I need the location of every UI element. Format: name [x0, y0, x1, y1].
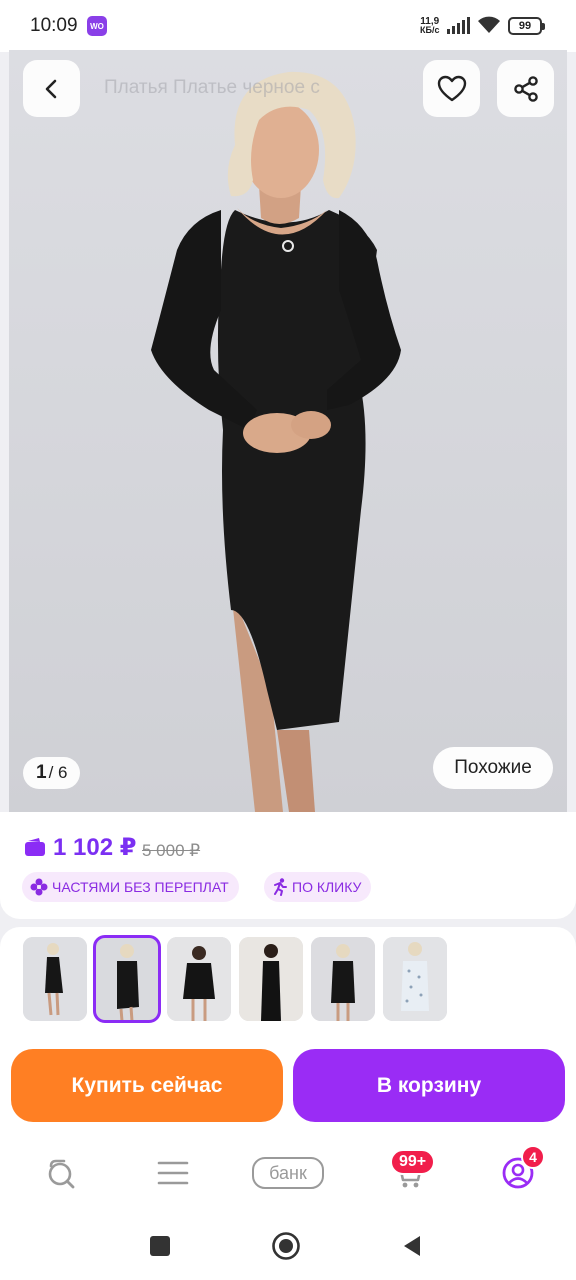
wallet-icon [25, 838, 45, 856]
thumbnail-4[interactable] [239, 937, 303, 1021]
thumbnail-image [23, 937, 87, 1021]
search-icon [48, 1159, 75, 1189]
image-counter-current: 1 [36, 762, 47, 783]
favorite-button[interactable] [423, 60, 480, 117]
thumbnail-1[interactable] [23, 937, 87, 1021]
notification-app-icon: WO [87, 16, 107, 36]
thumbnail-3[interactable] [167, 937, 231, 1021]
heart-icon [437, 75, 466, 101]
back-system-button[interactable] [397, 1231, 427, 1261]
profile-notification-badge: 4 [521, 1145, 545, 1169]
triangle-back-icon [404, 1236, 420, 1256]
home-circle-icon [272, 1232, 300, 1260]
cellular-signal-icon [447, 17, 470, 34]
thumbnail-image [167, 937, 231, 1021]
installments-label: ЧАСТЯМИ БЕЗ ПЕРЕПЛАТ [52, 879, 229, 895]
thumbnail-5[interactable] [311, 937, 375, 1021]
menu-icon [157, 1161, 189, 1185]
wifi-icon [478, 16, 500, 33]
image-counter: 1 / 6 [23, 757, 81, 789]
thumbnail-6[interactable] [383, 937, 447, 1021]
current-price: 1 102 ₽ [53, 834, 137, 861]
status-bar: 10:09 WO 11,9 КБ/с 99 [0, 0, 576, 52]
chevron-left-icon [45, 79, 56, 98]
home-button[interactable] [271, 1231, 301, 1261]
thumbnail-image [239, 937, 303, 1021]
bottom-navigation: банк 99+ 4 [0, 1137, 576, 1211]
network-speed-unit: КБ/с [420, 25, 440, 35]
faded-product-title: Платья Платье черное с [104, 77, 320, 98]
square-icon [150, 1236, 170, 1256]
similar-products-button[interactable]: Похожие [433, 747, 553, 789]
recent-apps-button[interactable] [145, 1231, 175, 1261]
add-to-cart-button[interactable]: В корзину [293, 1049, 565, 1122]
bank-label: банк [252, 1157, 324, 1189]
one-click-badge[interactable]: ПО КЛИКУ [264, 872, 372, 902]
installments-badge[interactable]: ЧАСТЯМИ БЕЗ ПЕРЕПЛАТ [22, 872, 239, 902]
nav-bank[interactable]: банк [252, 1151, 324, 1195]
share-button[interactable] [497, 60, 554, 117]
thumbnail-strip [0, 927, 576, 1037]
action-bar: Купить сейчас В корзину [0, 1037, 576, 1137]
thumbnail-2[interactable] [93, 935, 161, 1023]
product-image-gallery[interactable]: Платья Платье черное с 1 / 6 Похожие [9, 50, 567, 812]
share-icon [513, 75, 538, 102]
thumbnail-image [383, 937, 447, 1021]
product-page: 10:09 WO 11,9 КБ/с 99 Платья Платье черн… [0, 0, 576, 1280]
running-person-icon [274, 878, 287, 896]
buy-now-button[interactable]: Купить сейчас [11, 1049, 283, 1122]
battery-indicator: 99 [508, 17, 545, 35]
one-click-label: ПО КЛИКУ [292, 879, 362, 895]
price-card: 1 102 ₽ 5 000 ₽ ЧАСТЯМИ БЕЗ ПЕРЕПЛАТ ПО … [0, 812, 576, 919]
image-counter-total: / 6 [48, 763, 68, 782]
network-speed: 11,9 КБ/с [420, 17, 439, 35]
status-time: 10:09 [30, 15, 78, 36]
cart-count-badge: 99+ [390, 1149, 436, 1175]
product-photo [151, 71, 401, 812]
installments-icon [30, 878, 48, 896]
old-price: 5 000 ₽ [142, 841, 201, 860]
system-navigation-bar [0, 1211, 576, 1280]
nav-search[interactable] [36, 1151, 84, 1195]
nav-catalog[interactable] [149, 1151, 197, 1195]
thumbnail-image [95, 937, 159, 1021]
back-button[interactable] [23, 60, 80, 117]
thumbnail-image [311, 937, 375, 1021]
